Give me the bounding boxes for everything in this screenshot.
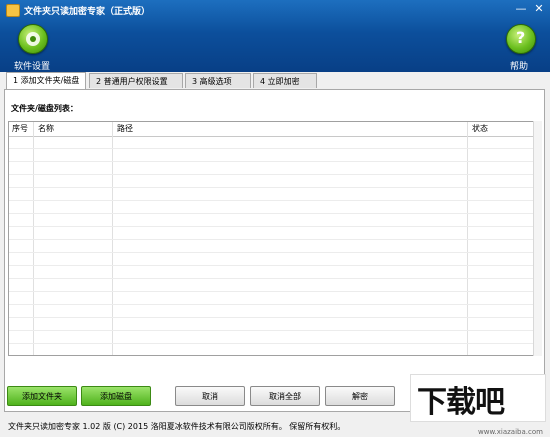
status-text: 文件夹只读加密专家 1.02 版 (C) 2015 洛阳夏冰软件技术有限公司版权…	[8, 422, 346, 431]
column-header-index[interactable]: 序号	[12, 123, 28, 134]
tab-label: 2 普通用户权限设置	[96, 77, 168, 86]
list-row	[9, 136, 539, 149]
tab-advanced[interactable]: 3 高级选项	[185, 73, 251, 88]
add-disk-button[interactable]: 添加磁盘	[81, 386, 151, 406]
list-row	[9, 188, 539, 201]
list-row	[9, 214, 539, 227]
list-row	[9, 279, 539, 292]
cancel-all-button[interactable]: 取消全部	[250, 386, 320, 406]
list-row	[9, 305, 539, 318]
list-row	[9, 253, 539, 266]
tab-label: 3 高级选项	[192, 77, 232, 86]
list-row	[9, 318, 539, 331]
question-mark-glyph: ?	[516, 28, 526, 47]
list-row	[9, 162, 539, 175]
tab-permissions[interactable]: 2 普通用户权限设置	[89, 73, 183, 88]
column-header-status[interactable]: 状态	[472, 123, 488, 134]
list-header: 序号 名称 路径 状态	[9, 122, 539, 137]
list-row	[9, 266, 539, 279]
list-row	[9, 201, 539, 214]
tab-label: 1 添加文件夹/磁盘	[13, 76, 80, 85]
tab-add-folder[interactable]: 1 添加文件夹/磁盘	[6, 72, 86, 89]
list-row	[9, 344, 539, 355]
list-row	[9, 292, 539, 305]
watermark-big-text: 下载吧	[417, 385, 505, 420]
window-title: 文件夹只读加密专家（正式版）	[24, 7, 151, 17]
cancel-button[interactable]: 取消	[175, 386, 245, 406]
vertical-scrollbar[interactable]	[533, 121, 542, 356]
list-row	[9, 331, 539, 344]
folder-list[interactable]: 序号 名称 路径 状态	[8, 121, 540, 356]
watermark-logo: 下载吧	[410, 374, 546, 422]
list-row	[9, 149, 539, 162]
tab-label: 4 立即加密	[260, 77, 300, 86]
app-folder-icon	[6, 4, 20, 17]
settings-label[interactable]: 软件设置	[14, 59, 50, 72]
column-header-name[interactable]: 名称	[38, 123, 54, 134]
watermark-url: www.xiazaiba.com	[478, 428, 543, 436]
gear-icon[interactable]	[18, 24, 48, 54]
column-header-path[interactable]: 路径	[117, 123, 133, 134]
close-button[interactable]: ✕	[532, 2, 546, 16]
add-folder-button[interactable]: 添加文件夹	[7, 386, 77, 406]
minimize-button[interactable]: —	[514, 2, 528, 16]
tab-encrypt-now[interactable]: 4 立即加密	[253, 73, 317, 88]
list-row	[9, 240, 539, 253]
list-row	[9, 227, 539, 240]
list-row	[9, 175, 539, 188]
list-caption: 文件夹/磁盘列表：	[11, 104, 78, 113]
gear-glyph	[26, 32, 40, 46]
decrypt-button[interactable]: 解密	[325, 386, 395, 406]
help-icon[interactable]: ?	[506, 24, 536, 54]
help-label[interactable]: 帮助	[510, 59, 528, 72]
